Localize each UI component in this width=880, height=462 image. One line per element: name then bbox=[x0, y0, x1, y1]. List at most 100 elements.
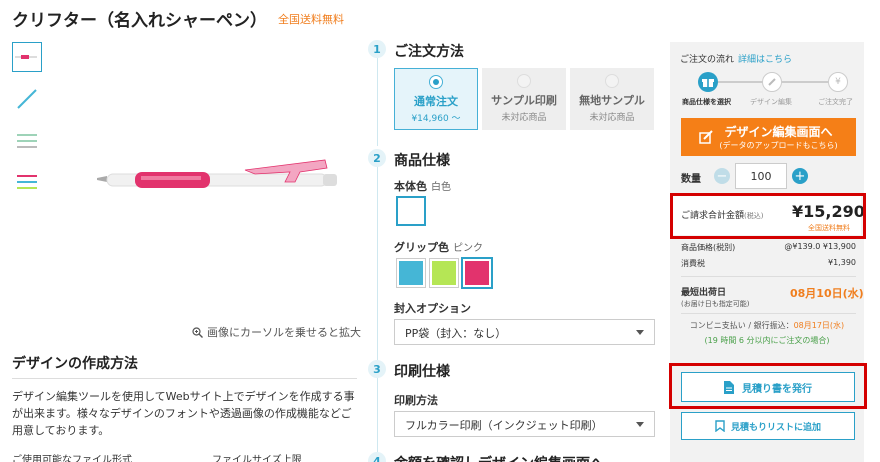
step-number-2: 2 bbox=[368, 149, 386, 167]
quantity-plus-button[interactable]: + bbox=[792, 168, 808, 184]
quantity-label: 数量 bbox=[681, 174, 701, 185]
print-method-label: 印刷方法 bbox=[394, 394, 438, 407]
price-label: 商品価格(税別) bbox=[681, 243, 736, 252]
design-editor-button-label: デザイン編集画面へ bbox=[724, 125, 833, 139]
step-number-3: 3 bbox=[368, 360, 386, 378]
payment-deadline: コンビニ支払い / 銀行振込：08月17日(水) bbox=[670, 320, 864, 331]
packing-option-label: 封入オプション bbox=[394, 302, 471, 315]
ship-date-value: 08月10日(水) bbox=[790, 287, 864, 300]
flow-line bbox=[782, 81, 830, 83]
price-row: 商品価格(税別) @¥139.0 ¥13,900 bbox=[681, 242, 856, 253]
design-method-title: デザインの作成方法 bbox=[12, 356, 138, 372]
radio-icon bbox=[517, 74, 531, 88]
tax-label: 消費税 bbox=[681, 259, 705, 268]
bookmark-icon bbox=[715, 420, 725, 432]
flow-step-2: デザイン編集 bbox=[750, 98, 792, 106]
print-method-select[interactable]: フルカラー印刷（インクジェット印刷） bbox=[394, 411, 655, 437]
tax-row: 消費税 ¥1,390 bbox=[681, 258, 856, 269]
step-number-4: 4 bbox=[368, 452, 386, 462]
order-flow-title: ご注文の流れ bbox=[680, 55, 735, 65]
body-color-swatch-white[interactable] bbox=[396, 196, 426, 226]
step-number-1: 1 bbox=[368, 40, 386, 58]
grip-color-swatch-pink[interactable] bbox=[461, 257, 493, 289]
radio-selected-icon bbox=[429, 75, 443, 89]
option-name: 通常注文 bbox=[414, 95, 458, 108]
radio-icon bbox=[605, 74, 619, 88]
chevron-down-icon bbox=[636, 422, 644, 427]
option-name: 無地サンプル bbox=[579, 94, 645, 107]
payment-deadline-date: 08月17日(水) bbox=[793, 321, 845, 330]
pens-colors-thumb-icon bbox=[17, 175, 37, 189]
option-sub: 未対応商品 bbox=[589, 113, 635, 123]
step-connector bbox=[377, 377, 378, 453]
body-color-value: 白色 bbox=[431, 182, 451, 193]
product-main-image[interactable] bbox=[95, 150, 345, 200]
ship-date-note: (お届け日も指定可能) bbox=[681, 300, 750, 308]
design-editor-button-sub: (データのアップロードもこちら) bbox=[719, 141, 838, 150]
grip-color-swatch-blue[interactable] bbox=[396, 258, 426, 288]
step-connector bbox=[377, 58, 378, 146]
file-info-header: ご使用可能なファイル形式 ファイルサイズ上限 bbox=[12, 451, 302, 462]
zoom-hint: 画像にカーソルを乗せると拡大 bbox=[192, 324, 361, 340]
thumbnail-1[interactable] bbox=[12, 42, 42, 72]
payment-deadline-text: コンビニ支払い / 銀行振込： bbox=[689, 321, 794, 330]
pen-diagonal-thumb-icon bbox=[17, 89, 37, 109]
design-method-desc: デザイン編集ツールを使用してWebサイト上でデザインを作成する事が出来ます。様々… bbox=[12, 390, 355, 437]
divider bbox=[681, 276, 856, 277]
thumbnail-list bbox=[12, 42, 44, 210]
step-title-spec: 商品仕様 bbox=[394, 153, 450, 169]
flow-step-3: ご注文完了 bbox=[818, 98, 853, 106]
file-size-label: ファイルサイズ上限 bbox=[212, 455, 302, 462]
step-title-order: ご注文方法 bbox=[394, 44, 464, 60]
print-method-value: フルカラー印刷（インクジェット印刷） bbox=[405, 419, 603, 432]
flow-step-1: 商品仕様を選択 bbox=[682, 98, 731, 106]
order-method-options: 通常注文 ¥14,960 〜 サンプル印刷 未対応商品 無地サンプル 未対応商品 bbox=[394, 68, 654, 130]
add-to-quote-list-label: 見積もりリストに追加 bbox=[730, 422, 821, 433]
quantity-minus-button[interactable]: − bbox=[714, 168, 730, 184]
option-sub: ¥14,960 〜 bbox=[411, 114, 461, 124]
option-name: サンプル印刷 bbox=[491, 94, 557, 107]
order-option-plain-sample[interactable]: 無地サンプル 未対応商品 bbox=[570, 68, 654, 130]
order-flow-header: ご注文の流れ 詳細はこちら bbox=[680, 52, 792, 65]
zoom-icon bbox=[192, 326, 203, 338]
grip-color-value: ピンク bbox=[453, 243, 483, 254]
body-color-label-text: 本体色 bbox=[394, 180, 427, 193]
swatch-fill bbox=[399, 261, 423, 285]
swatch-fill bbox=[432, 261, 456, 285]
step-title-print: 印刷仕様 bbox=[394, 364, 450, 380]
edit-icon bbox=[699, 130, 714, 144]
order-option-sample-print[interactable]: サンプル印刷 未対応商品 bbox=[482, 68, 566, 130]
quote-highlight-box bbox=[669, 363, 867, 409]
thumbnail-2[interactable] bbox=[12, 84, 42, 114]
swatch-fill bbox=[465, 261, 489, 285]
file-format-label: ご使用可能なファイル形式 bbox=[12, 455, 132, 462]
step-connector bbox=[377, 166, 378, 362]
add-to-quote-list-button[interactable]: 見積もりリストに追加 bbox=[681, 412, 855, 440]
grip-color-label-text: グリップ色 bbox=[394, 241, 449, 254]
divider bbox=[681, 313, 856, 314]
order-time-note: (19 時間 6 分以内にご注文の場合) bbox=[704, 336, 830, 345]
gift-icon bbox=[698, 72, 718, 92]
yen-icon: ¥ bbox=[828, 72, 848, 92]
step-title-confirm: 金額を確認しデザイン編集画面へ bbox=[394, 453, 604, 462]
grip-color-label: グリップ色 ピンク bbox=[394, 239, 483, 255]
product-title: クリフター（名入れシャーペン） bbox=[12, 11, 267, 31]
pencil-icon bbox=[762, 72, 782, 92]
free-shipping-badge: 全国送料無料 bbox=[278, 13, 344, 26]
packing-option-select[interactable]: PP袋（封入：なし） bbox=[394, 319, 655, 345]
pens-thumb-icon bbox=[17, 134, 37, 148]
thumbnail-4[interactable] bbox=[12, 168, 42, 198]
design-editor-button[interactable]: デザイン編集画面へ (データのアップロードもこちら) bbox=[681, 118, 856, 156]
order-flow-steps: ¥ 商品仕様を選択 デザイン編集 ご注文完了 bbox=[682, 72, 860, 108]
price-value: @¥139.0 ¥13,900 bbox=[784, 242, 856, 251]
tax-value: ¥1,390 bbox=[828, 258, 856, 267]
order-flow-link[interactable]: 詳細はこちら bbox=[738, 55, 792, 65]
thumbnail-3[interactable] bbox=[12, 126, 42, 156]
body-color-label: 本体色 白色 bbox=[394, 178, 451, 194]
chevron-down-icon bbox=[636, 330, 644, 335]
quantity-input[interactable]: 100 bbox=[735, 163, 787, 189]
order-option-normal[interactable]: 通常注文 ¥14,960 〜 bbox=[394, 68, 478, 130]
grip-color-swatch-green[interactable] bbox=[429, 258, 459, 288]
total-highlight-box bbox=[670, 193, 866, 239]
packing-option-value: PP袋（封入：なし） bbox=[405, 327, 507, 340]
